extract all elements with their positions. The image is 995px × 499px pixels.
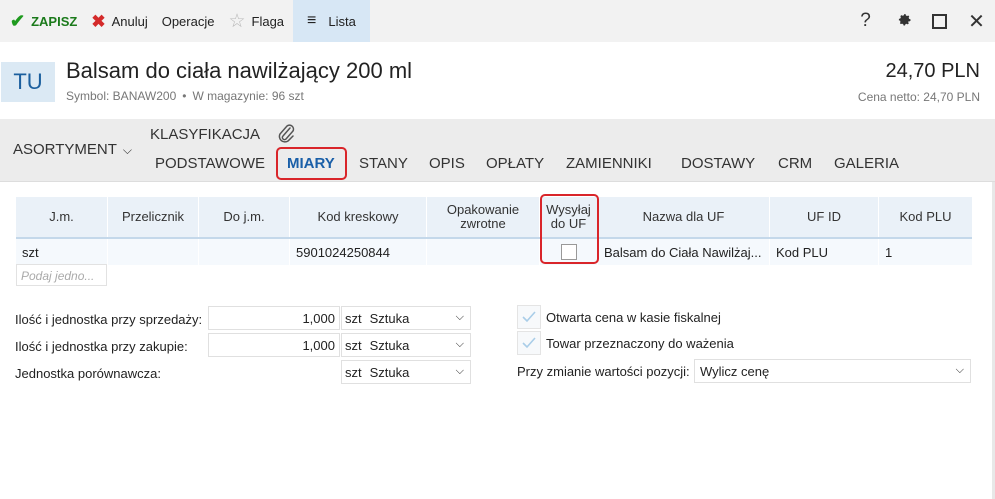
save-button[interactable]: ✔ ZAPISZ <box>0 0 84 42</box>
help-button[interactable]: ? <box>847 0 884 42</box>
cancel-button[interactable]: ✖ Anuluj <box>84 0 154 42</box>
weighing-label: Towar przeznaczony do ważenia <box>546 335 734 351</box>
active-tab-highlight <box>276 147 347 180</box>
open-price-checkbox[interactable] <box>517 305 541 329</box>
cell-uf-id[interactable]: Kod PLU <box>770 239 879 265</box>
checkmark-icon <box>522 311 536 323</box>
maximize-button[interactable] <box>921 0 958 42</box>
tab-galeria[interactable]: GALERIA <box>834 155 899 172</box>
product-symbol: Symbol: BANAW200 <box>66 89 177 103</box>
product-header: TU Balsam do ciała nawilżający 200 ml Sy… <box>0 42 995 119</box>
col-do-jm[interactable]: Do j.m. <box>199 197 290 237</box>
chevron-down-icon: ⌵ <box>455 365 464 377</box>
checkmark-icon: ✔ <box>10 11 26 31</box>
cancel-label: Anuluj <box>111 13 148 29</box>
purchase-unit-select[interactable]: szt Sztuka ⌵ <box>341 333 471 357</box>
close-icon: ✕ <box>968 10 985 33</box>
list-icon: ≡ <box>307 12 317 29</box>
col-przelicznik[interactable]: Przelicznik <box>108 197 199 237</box>
flag-button[interactable]: ☆ Flaga <box>221 0 291 42</box>
product-title: Balsam do ciała nawilżający 200 ml <box>66 58 413 83</box>
cell-kod-plu[interactable]: 1 <box>879 239 972 265</box>
open-price-label: Otwarta cena w kasie fiskalnej <box>546 309 721 325</box>
cell-kod-kreskowy[interactable]: 5901024250844 <box>290 239 427 265</box>
col-nazwa-dla-uf[interactable]: Nazwa dla UF <box>598 197 770 237</box>
separator-dot: • <box>182 89 187 103</box>
list-button[interactable]: ≡ Lista <box>293 0 370 42</box>
chevron-down-icon: ⌵ <box>122 143 133 157</box>
col-uf-id[interactable]: UF ID <box>770 197 879 237</box>
product-net-price: Cena netto: 24,70 PLN <box>857 90 980 104</box>
value-change-label: Przy zmianie wartości pozycji: <box>517 364 690 379</box>
cell-do-jm[interactable] <box>199 239 290 265</box>
close-x-icon: ✖ <box>91 11 106 31</box>
tab-stany[interactable]: STANY <box>359 155 408 172</box>
col-jm[interactable]: J.m. <box>16 197 108 237</box>
list-label: Lista <box>328 13 356 29</box>
chevron-down-icon: ⌵ <box>455 338 464 350</box>
cell-przelicznik[interactable] <box>108 239 199 265</box>
compare-unit-value: Sztuka <box>369 365 410 380</box>
purchase-qty-input[interactable]: 1,000 <box>208 333 340 357</box>
help-icon: ? <box>860 10 871 31</box>
cell-jm[interactable]: szt <box>16 239 108 265</box>
paperclip-icon[interactable] <box>276 122 296 144</box>
product-type-badge: TU <box>1 62 55 102</box>
operations-button[interactable]: Operacje <box>155 0 222 42</box>
product-price: 24,70 PLN <box>885 60 980 82</box>
product-stock: W magazynie: 96 szt <box>192 89 304 103</box>
assortment-label: ASORTYMENT <box>13 141 117 158</box>
tab-podstawowe[interactable]: PODSTAWOWE <box>155 155 265 172</box>
close-button[interactable]: ✕ <box>958 0 995 42</box>
sale-unit-short: szt <box>345 311 362 326</box>
flag-label: Flaga <box>251 13 285 29</box>
cell-opakowanie[interactable] <box>427 239 540 265</box>
tab-crm[interactable]: CRM <box>778 155 812 172</box>
tab-opis[interactable]: OPIS <box>429 155 465 172</box>
maximize-icon <box>932 13 947 29</box>
col-opakowanie-label: Opakowanie zwrotne <box>446 202 520 231</box>
tab-zamienniki[interactable]: ZAMIENNIKI <box>566 155 652 172</box>
cell-nazwa-uf[interactable]: Balsam do Ciała Nawilżaj... <box>598 239 770 265</box>
table-row[interactable]: szt 5901024250844 Balsam do Ciała Nawilż… <box>16 237 972 265</box>
send-to-uf-highlight <box>540 194 599 264</box>
col-kod-plu[interactable]: Kod PLU <box>879 197 972 237</box>
classification-link[interactable]: KLASYFIKACJA <box>150 126 260 143</box>
compare-unit-select[interactable]: szt Sztuka ⌵ <box>341 360 471 384</box>
section-nav: ASORTYMENT ⌵ KLASYFIKACJA PODSTAWOWE MIAR… <box>0 119 995 181</box>
compare-unit-label: Jednostka porównawcza: <box>15 366 161 381</box>
value-change-select[interactable]: Wylicz cenę ⌵ <box>694 359 971 383</box>
purchase-unit-label: Ilość i jednostka przy zakupie: <box>15 339 188 354</box>
weighing-checkbox[interactable] <box>517 331 541 355</box>
star-icon: ☆ <box>228 10 246 32</box>
open-price-option[interactable]: Otwarta cena w kasie fiskalnej <box>517 305 721 329</box>
assortment-dropdown[interactable]: ASORTYMENT ⌵ <box>13 141 132 158</box>
tab-dostawy[interactable]: DOSTAWY <box>681 155 755 172</box>
value-change-value: Wylicz cenę <box>700 364 770 379</box>
add-unit-input[interactable]: Podaj jedno... <box>16 264 107 286</box>
settings-button[interactable] <box>884 0 921 42</box>
sale-qty-input[interactable]: 1,000 <box>208 306 340 330</box>
product-meta: Symbol: BANAW200 • W magazynie: 96 szt <box>66 89 304 103</box>
units-panel: J.m. Przelicznik Do j.m. Kod kreskowy Op… <box>0 181 995 499</box>
sale-unit-label: Ilość i jednostka przy sprzedaży: <box>15 312 203 327</box>
toolbar: ✔ ZAPISZ ✖ Anuluj Operacje ☆ Flaga ≡ Lis… <box>0 0 995 42</box>
save-label: ZAPISZ <box>31 13 78 29</box>
purchase-unit-short: szt <box>345 338 362 353</box>
sale-unit-value: Sztuka <box>369 311 410 326</box>
weighing-option[interactable]: Towar przeznaczony do ważenia <box>517 331 734 355</box>
checkmark-icon <box>522 337 536 349</box>
operations-label: Operacje <box>161 13 215 29</box>
chevron-down-icon: ⌵ <box>955 364 964 376</box>
purchase-unit-value: Sztuka <box>369 338 410 353</box>
units-grid: J.m. Przelicznik Do j.m. Kod kreskowy Op… <box>16 197 972 265</box>
chevron-down-icon: ⌵ <box>455 311 464 323</box>
sale-unit-select[interactable]: szt Sztuka ⌵ <box>341 306 471 330</box>
grid-header: J.m. Przelicznik Do j.m. Kod kreskowy Op… <box>16 197 972 237</box>
tab-oplaty[interactable]: OPŁATY <box>486 155 544 172</box>
compare-unit-short: szt <box>345 365 362 380</box>
col-kod-kreskowy[interactable]: Kod kreskowy <box>290 197 427 237</box>
gear-icon <box>898 14 911 26</box>
col-opakowanie-zwrotne[interactable]: Opakowanie zwrotne <box>427 197 540 237</box>
